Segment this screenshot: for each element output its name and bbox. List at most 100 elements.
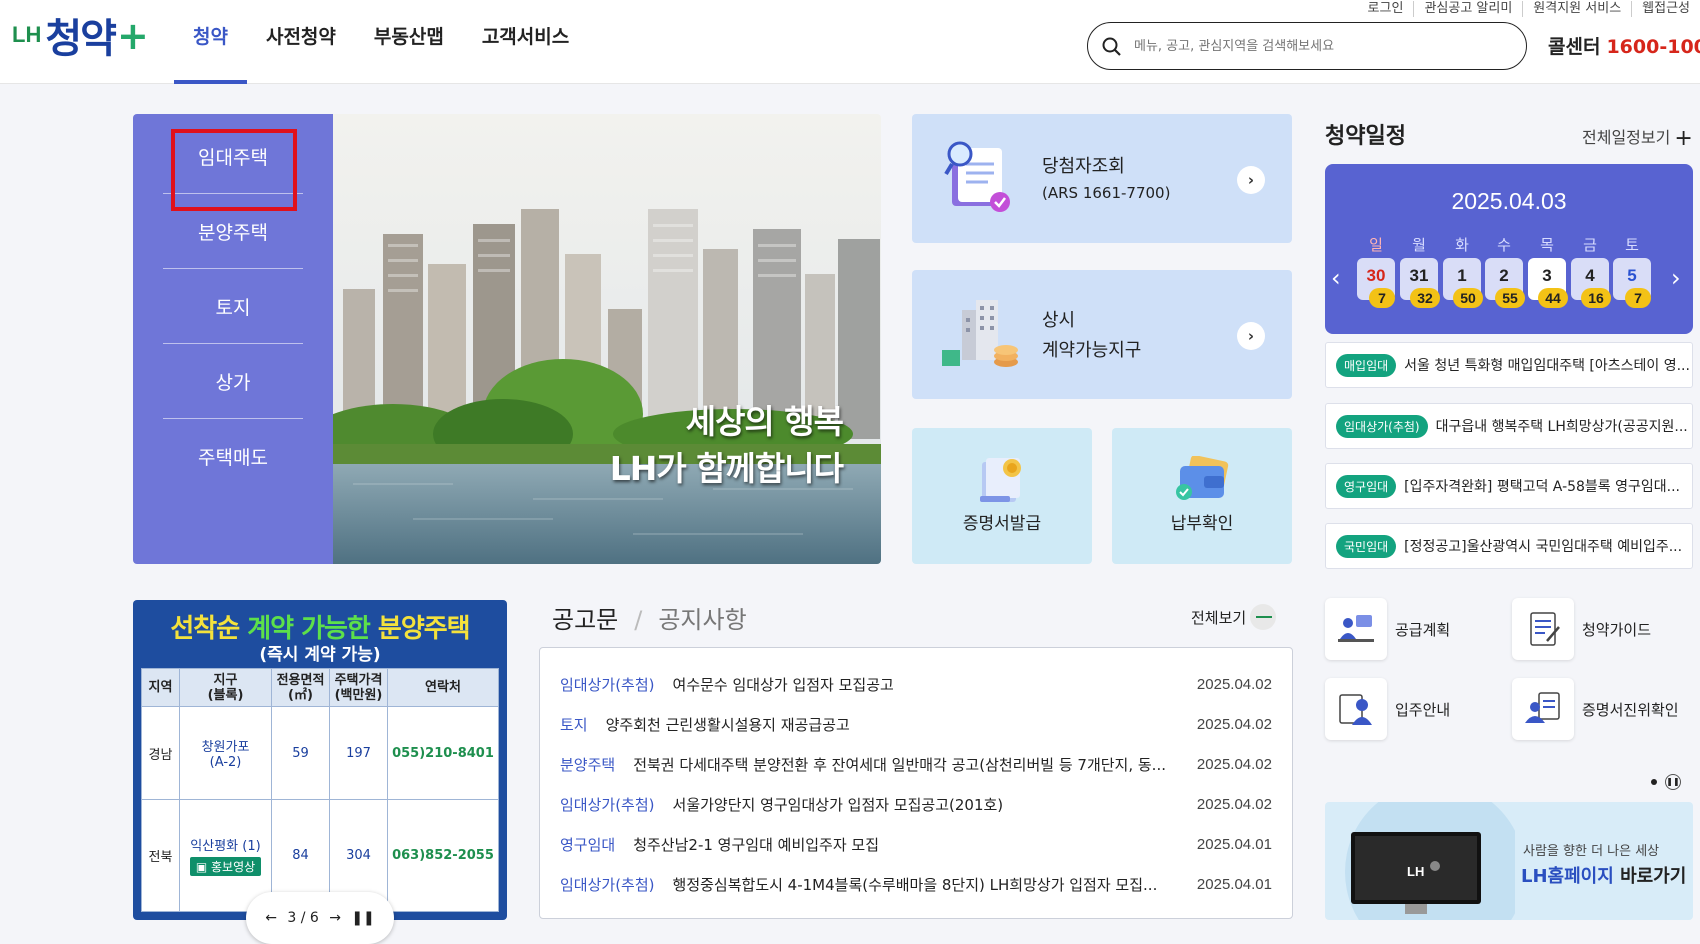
buildings-coins-icon <box>942 300 1018 367</box>
list-item[interactable]: 임대상가(추첨) 서울가양단지 영구임대상가 입점자 모집공고(201호) 2025… <box>560 784 1272 824</box>
hero-banner[interactable]: 세상의 행복 LH가 함께합니다 <box>333 114 881 564</box>
schedule-item-tag: 매입임대 <box>1336 353 1397 377</box>
category-house-sale[interactable]: 주택매도 <box>163 419 303 494</box>
notice-date: 2025.04.02 <box>1196 715 1272 733</box>
schedule-item-text: 대구읍내 행복주택 LH희망상가(공공지원... <box>1435 419 1688 435</box>
schedule-item[interactable]: 임대상가(추첨) 대구읍내 행복주택 LH희망상가(공공지원... <box>1325 403 1693 449</box>
nav-cheongyak[interactable]: 청약 <box>174 0 247 84</box>
arrow-right-icon[interactable]: → <box>329 910 341 926</box>
quick-cert-verify[interactable]: 증명서진위확인 <box>1512 678 1679 740</box>
winner-ars: (ARS 1661-7700) <box>1042 184 1171 202</box>
col-region: 지역 <box>141 668 180 707</box>
notice-date: 2025.04.02 <box>1196 795 1272 813</box>
lh-homepage-banner[interactable]: LH 사람을 향한 더 나은 세상 LH홈페이지 바로가기 <box>1325 802 1693 920</box>
hero-line2: LH가 함께합니다 <box>609 449 844 488</box>
list-item[interactable]: 분양주택 전북권 다세대주택 분양전환 후 잔여세대 일반매각 공고(삼천리버빌 … <box>560 744 1272 784</box>
payment-check-card[interactable]: 납부확인 <box>1112 428 1292 564</box>
callcenter-label: 콜센터 <box>1548 36 1601 58</box>
winner-lookup-card[interactable]: 당첨자조회 (ARS 1661-7700) › <box>912 114 1292 243</box>
schedule-view-all[interactable]: 전체일정보기 + <box>1582 124 1693 151</box>
col-contact: 연락처 <box>387 668 499 707</box>
guide-icon <box>1512 598 1574 660</box>
list-item[interactable]: 토지 양주회천 근린생활시설용지 재공급공고 2025.04.02 <box>560 704 1272 744</box>
chevron-left-icon[interactable]: ‹ <box>1331 264 1341 292</box>
more-icon <box>1250 604 1277 630</box>
move-in-icon <box>1325 678 1387 740</box>
quick-label: 공급계획 <box>1395 620 1451 639</box>
video-icon: ▣ <box>195 860 211 875</box>
day-count-badge: 50 <box>1453 288 1483 308</box>
callcenter-number: 1600-1004 <box>1606 36 1700 58</box>
cell-contact: 063)852-2055 <box>387 799 499 912</box>
cell-district: 창원가포 (A-2) <box>179 705 272 801</box>
notice-title: 전북권 다세대주택 분양전환 후 잔여세대 일반매각 공고(삼천리버빌 등 7개… <box>633 755 1166 774</box>
notice-list: 임대상가(추첨) 여수문수 임대상가 입점자 모집공고 2025.04.02 토지 양… <box>539 647 1293 919</box>
carousel-dot[interactable] <box>1651 779 1657 785</box>
accessibility-link[interactable]: 웹접근성 <box>1632 1 1700 17</box>
category-commercial[interactable]: 상가 <box>163 344 303 419</box>
cell-price: 197 <box>329 705 388 801</box>
remote-support-link[interactable]: 원격지원 서비스 <box>1523 1 1633 17</box>
pause-icon[interactable]: ❚❚ <box>1665 774 1681 790</box>
category-sale-housing[interactable]: 분양주택 <box>163 194 303 269</box>
notice-title: 여수문수 임대상가 입점자 모집공고 <box>672 675 894 694</box>
search-input[interactable] <box>1134 33 1504 59</box>
schedule-item[interactable]: 영구임대 [입주자격완화] 평택고덕 A-58블록 영구임대... <box>1325 463 1693 509</box>
notice-category: 임대상가(추첨) <box>560 675 655 694</box>
winner-title: 당첨자조회 <box>1042 156 1125 177</box>
promo-banner[interactable]: 선착순 계약 가능한 분양주택 (즉시 계약 가능) 지역 지구 (블록) 전용… <box>133 600 507 920</box>
main-nav: 청약 사전청약 부동산맵 고객서비스 <box>174 0 588 84</box>
dow-mon: 월 <box>1412 236 1426 254</box>
notice-date: 2025.04.02 <box>1196 675 1272 693</box>
notice-date: 2025.04.01 <box>1196 875 1272 893</box>
list-item[interactable]: 임대상가(추첨) 행정중심복합도시 4-1M4블록(수루배마을 8단지) LH희망… <box>560 864 1272 904</box>
list-item[interactable]: 임대상가(추첨) 여수문수 임대상가 입점자 모집공고 2025.04.02 <box>560 664 1272 704</box>
chevron-right-icon[interactable]: › <box>1671 264 1681 292</box>
alert-link[interactable]: 관심공고 알리미 <box>1414 1 1524 17</box>
quick-move-in[interactable]: 입주안내 <box>1325 678 1450 740</box>
tab-announcements[interactable]: 공고문 <box>552 606 618 634</box>
schedule-item[interactable]: 매입임대 서울 청년 특화형 매입임대주택 [아츠스테이 영... <box>1325 342 1693 388</box>
arrow-left-icon[interactable]: ← <box>265 910 277 926</box>
contract-district-card[interactable]: 상시 계약가능지구 › <box>912 270 1292 399</box>
promo-video-button[interactable]: ▣ 홍보영상 <box>189 857 262 877</box>
dow-wed: 수 <box>1497 236 1511 254</box>
col-area: 전용면적 (㎡) <box>271 668 330 707</box>
utility-links: 로그인 관심공고 알리미 원격지원 서비스 웹접근성 <box>1358 0 1700 17</box>
day-count-badge: 16 <box>1581 288 1611 308</box>
quick-supply-plan[interactable]: 공급계획 <box>1325 598 1450 660</box>
certificate-label: 증명서발급 <box>962 514 1042 534</box>
nav-customer-service[interactable]: 고객서비스 <box>463 0 588 84</box>
search-icon[interactable] <box>1102 37 1122 57</box>
notice-view-all[interactable]: 전체보기 <box>1191 604 1277 630</box>
notice-category: 분양주택 <box>560 755 616 774</box>
category-land[interactable]: 토지 <box>163 269 303 344</box>
schedule-item[interactable]: 국민임대 [정정공고]울산광역시 국민임대주택 예비입주... <box>1325 523 1693 569</box>
list-item[interactable]: 영구임대 청주산남2-1 영구임대 예비입주자 모집 2025.04.01 <box>560 824 1272 864</box>
quick-guide[interactable]: 청약가이드 <box>1512 598 1651 660</box>
logo-brand: 청약 <box>45 16 117 62</box>
tab-notices[interactable]: 공지사항 <box>658 606 746 634</box>
promo-table: 지역 지구 (블록) 전용면적 (㎡) 주택가격 (백만원) 연락처 경남 창원… <box>141 668 499 912</box>
day-count-badge: 32 <box>1410 288 1440 308</box>
banner-line2-a: LH홈페이지 <box>1521 866 1614 887</box>
notice-date: 2025.04.02 <box>1196 755 1272 773</box>
schedule-title: 청약일정 <box>1325 124 1406 149</box>
banner-line2: LH홈페이지 바로가기 <box>1521 862 1686 888</box>
certificate-icon <box>980 458 1021 502</box>
site-logo[interactable]: LH 청약 + <box>12 14 149 64</box>
schedule-item-tag: 국민임대 <box>1336 534 1397 558</box>
login-link[interactable]: 로그인 <box>1358 1 1415 17</box>
notice-category: 토지 <box>560 715 588 734</box>
cell-area: 59 <box>271 705 330 801</box>
promo-pager: ← 3 / 6 → ❚❚ <box>246 892 394 944</box>
wallet-icon <box>1176 456 1229 500</box>
tab-separator: / <box>634 606 643 634</box>
category-rental-housing[interactable]: 임대주택 <box>163 119 303 211</box>
certificate-issue-card[interactable]: 증명서발급 <box>912 428 1092 564</box>
nav-pre-subscription[interactable]: 사전청약 <box>247 0 355 84</box>
hero-line1: 세상의 행복 <box>685 402 844 441</box>
pause-icon[interactable]: ❚❚ <box>351 910 374 926</box>
dow-thu: 목 <box>1540 236 1554 254</box>
nav-real-estate-map[interactable]: 부동산맵 <box>355 0 463 84</box>
